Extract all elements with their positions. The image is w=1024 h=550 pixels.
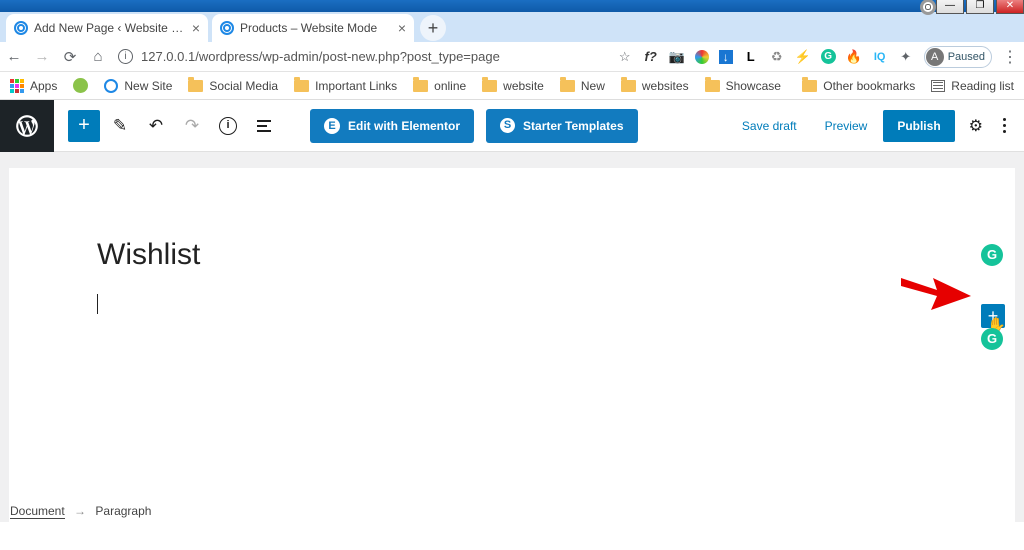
address-field[interactable]: i 127.0.0.1/wordpress/wp-admin/post-new.… bbox=[118, 49, 605, 64]
bookmark-folder[interactable]: Social Media bbox=[188, 79, 278, 93]
breadcrumb-sep-icon: → bbox=[74, 504, 86, 518]
grammarly-badge-icon[interactable]: G bbox=[981, 328, 1003, 350]
colorpicker-extension-icon[interactable] bbox=[695, 50, 709, 64]
site-icon bbox=[73, 78, 88, 93]
lightning-extension-icon[interactable]: ⚡ bbox=[795, 49, 811, 65]
browser-urlbar: ← → ⟳ ⌂ i 127.0.0.1/wordpress/wp-admin/p… bbox=[0, 42, 1024, 72]
favicon-icon bbox=[220, 21, 234, 35]
publish-button[interactable]: Publish bbox=[883, 110, 954, 142]
tab-title: Add New Page ‹ Website Mode bbox=[34, 21, 186, 35]
bookmark-folder[interactable]: Important Links bbox=[294, 79, 397, 93]
grammarly-badge-icon[interactable]: G bbox=[981, 244, 1003, 266]
wp-logo-button[interactable] bbox=[0, 100, 54, 152]
reading-list[interactable]: Reading list bbox=[931, 79, 1014, 93]
extensions-icon[interactable]: ✦ bbox=[898, 49, 914, 65]
window-maximize-button[interactable]: ❐ bbox=[966, 0, 994, 14]
bookmark-item[interactable]: New Site bbox=[104, 79, 172, 93]
site-info-icon[interactable]: i bbox=[118, 49, 133, 64]
bookmark-folder[interactable]: New bbox=[560, 79, 605, 93]
folder-icon bbox=[482, 80, 497, 92]
favicon-icon bbox=[14, 21, 28, 35]
settings-gear-icon[interactable]: ⚙ bbox=[959, 116, 993, 136]
preview-button[interactable]: Preview bbox=[813, 111, 880, 141]
profile-pill[interactable]: A Paused bbox=[924, 46, 992, 68]
edit-elementor-button[interactable]: E Edit with Elementor bbox=[310, 109, 474, 143]
annotation-arrow-icon bbox=[901, 272, 971, 310]
wp-editor-header: + ✎ ↶ ↷ i E Edit with Elementor S Starte… bbox=[0, 100, 1024, 152]
screenshot-extension-icon[interactable]: 📷 bbox=[669, 49, 685, 65]
nav-forward-icon[interactable]: → bbox=[34, 48, 50, 65]
tab-title: Products – Website Mode bbox=[240, 21, 392, 35]
os-titlebar: — ❐ ✕ bbox=[0, 0, 1024, 12]
whatfont-extension-icon[interactable]: f? bbox=[643, 49, 659, 65]
undo-icon[interactable]: ↶ bbox=[140, 110, 172, 142]
block-breadcrumb[interactable]: Document → Paragraph bbox=[10, 504, 151, 518]
folder-icon bbox=[621, 80, 636, 92]
breadcrumb-leaf[interactable]: Paragraph bbox=[95, 504, 151, 518]
iq-extension-icon[interactable]: IQ bbox=[872, 49, 888, 65]
folder-icon bbox=[413, 80, 428, 92]
l-extension-icon[interactable]: L bbox=[743, 49, 759, 65]
window-minimize-button[interactable]: — bbox=[936, 0, 964, 14]
text-cursor bbox=[97, 294, 98, 314]
bookmarks-bar: Apps New Site Social Media Important Lin… bbox=[0, 72, 1024, 100]
tools-pencil-icon[interactable]: ✎ bbox=[104, 110, 136, 142]
elementor-icon: E bbox=[324, 118, 340, 134]
flame-extension-icon[interactable]: 🔥 bbox=[846, 49, 862, 65]
new-tab-button[interactable]: + bbox=[420, 15, 446, 41]
other-bookmarks[interactable]: Other bookmarks bbox=[802, 79, 915, 93]
breadcrumb-root[interactable]: Document bbox=[10, 504, 65, 519]
bookmark-folder[interactable]: websites bbox=[621, 79, 689, 93]
editor-canvas: Wishlist G + ✋ G Document → Paragraph bbox=[0, 152, 1024, 522]
download-extension-icon[interactable]: ↓ bbox=[719, 50, 733, 64]
site-icon bbox=[104, 79, 118, 93]
details-info-icon[interactable]: i bbox=[212, 110, 244, 142]
apps-shortcut[interactable]: Apps bbox=[10, 79, 57, 93]
bookmark-folder[interactable]: Showcase bbox=[705, 79, 781, 93]
bookmark-star-icon[interactable]: ☆ bbox=[617, 49, 633, 65]
url-text: 127.0.0.1/wordpress/wp-admin/post-new.ph… bbox=[141, 49, 500, 64]
browser-tab[interactable]: Products – Website Mode × bbox=[212, 14, 414, 42]
nav-home-icon[interactable]: ⌂ bbox=[90, 48, 106, 65]
list-view-icon[interactable] bbox=[248, 110, 280, 142]
folder-icon bbox=[802, 80, 817, 92]
apps-icon bbox=[10, 79, 24, 93]
profile-status: Paused bbox=[948, 51, 985, 63]
nav-back-icon[interactable]: ← bbox=[6, 48, 22, 65]
grammarly-extension-icon[interactable]: G bbox=[821, 49, 836, 64]
folder-icon bbox=[188, 80, 203, 92]
recycle-extension-icon[interactable]: ♻ bbox=[769, 49, 785, 65]
browser-menu-icon[interactable]: ⋮ bbox=[1002, 49, 1018, 65]
add-block-button[interactable]: + bbox=[68, 110, 100, 142]
tab-close-icon[interactable]: × bbox=[398, 20, 406, 36]
browser-tab-active[interactable]: Add New Page ‹ Website Mode × bbox=[6, 14, 208, 42]
page-title-input[interactable]: Wishlist bbox=[97, 238, 927, 272]
reading-list-icon bbox=[931, 80, 945, 92]
options-menu-icon[interactable] bbox=[997, 118, 1012, 133]
folder-icon bbox=[705, 80, 720, 92]
avatar-icon: A bbox=[926, 48, 944, 66]
redo-icon[interactable]: ↷ bbox=[176, 110, 208, 142]
starter-templates-icon: S bbox=[500, 118, 515, 133]
browser-tabstrip: Add New Page ‹ Website Mode × Products –… bbox=[0, 12, 1024, 42]
tab-close-icon[interactable]: × bbox=[192, 20, 200, 36]
starter-templates-button[interactable]: S Starter Templates bbox=[486, 109, 637, 143]
save-draft-button[interactable]: Save draft bbox=[730, 111, 809, 141]
folder-icon bbox=[294, 80, 309, 92]
folder-icon bbox=[560, 80, 575, 92]
bookmark-folder[interactable]: online bbox=[413, 79, 466, 93]
window-close-button[interactable]: ✕ bbox=[996, 0, 1024, 14]
page-content[interactable]: Wishlist G + ✋ G bbox=[9, 168, 1015, 522]
bookmark-item[interactable] bbox=[73, 78, 88, 93]
nav-reload-icon[interactable]: ⟳ bbox=[62, 48, 78, 66]
bookmark-folder[interactable]: website bbox=[482, 79, 544, 93]
